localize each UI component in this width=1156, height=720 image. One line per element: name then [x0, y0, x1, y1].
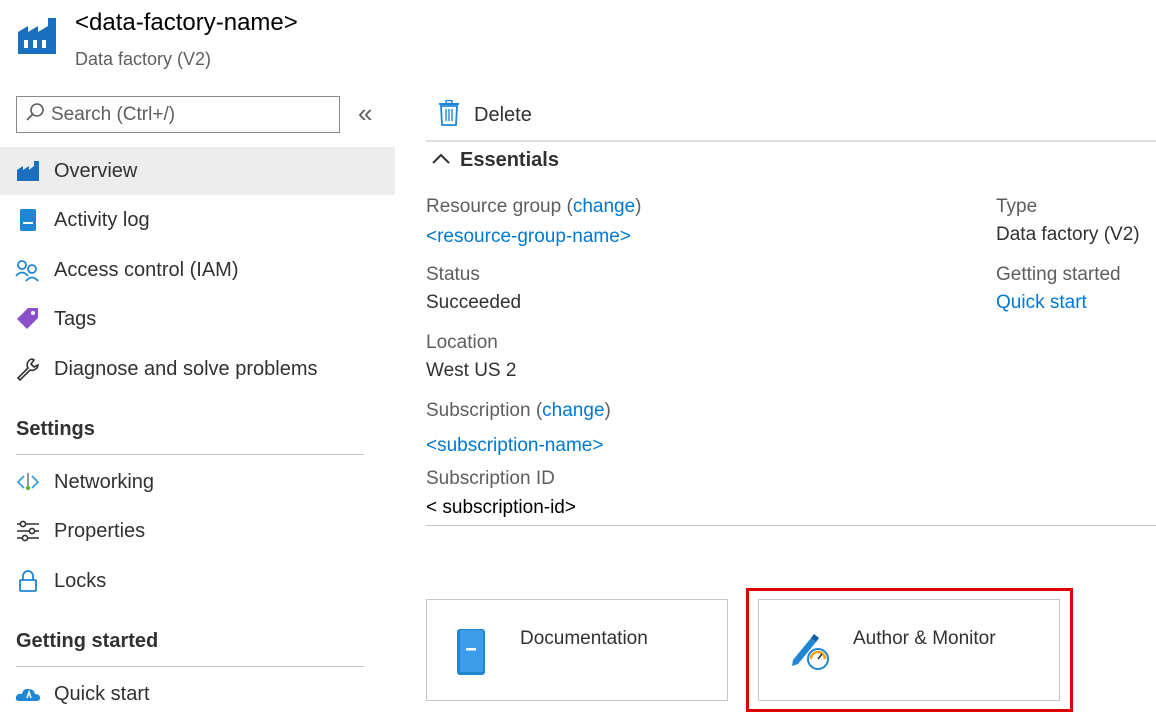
lock-icon — [15, 568, 41, 594]
author-monitor-title: Author & Monitor — [853, 628, 996, 649]
search-input[interactable]: Search (Ctrl+/) — [16, 96, 340, 133]
quick-start-link[interactable]: Quick start — [996, 292, 1087, 314]
tag-icon — [15, 306, 41, 332]
sidebar-item-label: Tags — [54, 307, 97, 330]
search-placeholder: Search (Ctrl+/) — [51, 103, 176, 125]
essentials-title: Essentials — [460, 149, 559, 171]
subscription-field: Subscription (change) — [426, 400, 611, 421]
type-label: Type — [996, 196, 1038, 217]
getting-started-label: Getting started — [996, 264, 1121, 285]
documentation-card[interactable]: Documentation — [426, 599, 728, 701]
subscription-id-label: Subscription ID — [426, 468, 555, 489]
sidebar-item-label: Overview — [54, 159, 138, 182]
status-label: Status — [426, 264, 480, 285]
sidebar-item-quick-start[interactable]: Quick start — [0, 670, 395, 718]
resource-group-label: Resource group — [426, 196, 562, 217]
people-icon — [15, 257, 41, 283]
sidebar-item-label: Properties — [54, 519, 146, 542]
location-label: Location — [426, 332, 498, 353]
properties-icon — [15, 518, 41, 544]
subscription-link[interactable]: <subscription-name> — [426, 435, 603, 457]
essentials-toggle[interactable]: Essentials — [432, 149, 559, 172]
quick-start-icon — [15, 681, 41, 707]
page-title: <data-factory-name> — [75, 9, 298, 36]
documentation-title: Documentation — [520, 628, 648, 649]
activity-log-icon — [15, 207, 41, 233]
sidebar-item-label: Diagnose and solve problems — [54, 357, 318, 380]
search-icon — [25, 102, 45, 127]
sidebar-item-locks[interactable]: Locks — [0, 557, 395, 605]
resource-group-field: Resource group (change) — [426, 196, 642, 217]
section-title-settings: Settings — [16, 418, 95, 440]
data-factory-icon — [15, 158, 41, 184]
sidebar-item-activity-log[interactable]: Activity log — [0, 196, 395, 244]
subscription-label: Subscription — [426, 400, 531, 421]
author-monitor-icon — [789, 630, 831, 677]
sidebar-item-label: Quick start — [54, 682, 150, 705]
section-divider — [16, 454, 364, 455]
page-subtitle: Data factory (V2) — [75, 49, 212, 69]
resource-group-link[interactable]: <resource-group-name> — [426, 226, 631, 248]
chevron-up-icon — [432, 152, 450, 170]
book-icon — [456, 628, 486, 681]
wrench-icon — [15, 356, 41, 382]
change-subscription-link[interactable]: change — [542, 400, 604, 421]
type-value: Data factory (V2) — [996, 224, 1140, 245]
sidebar-item-diagnose[interactable]: Diagnose and solve problems — [0, 345, 395, 393]
subscription-id-value: < subscription-id> — [426, 497, 576, 518]
sidebar-item-label: Networking — [54, 470, 155, 493]
delete-label: Delete — [474, 104, 532, 126]
sidebar-item-label: Locks — [54, 569, 107, 592]
sidebar-item-tags[interactable]: Tags — [0, 295, 395, 343]
networking-icon — [15, 469, 41, 495]
sidebar-item-label: Activity log — [54, 208, 150, 231]
sidebar-item-networking[interactable]: Networking — [0, 458, 395, 506]
sidebar-item-access-control[interactable]: Access control (IAM) — [0, 246, 395, 294]
sidebar-item-overview[interactable]: Overview — [0, 147, 395, 195]
section-title-getting-started: Getting started — [16, 630, 159, 652]
toolbar-divider — [426, 140, 1156, 142]
trash-icon — [438, 99, 460, 131]
location-value: West US 2 — [426, 360, 517, 381]
delete-button[interactable]: Delete — [438, 99, 532, 131]
essentials-divider — [426, 525, 1156, 526]
change-resource-group-link[interactable]: change — [573, 196, 635, 217]
author-monitor-card[interactable]: Author & Monitor — [758, 599, 1060, 701]
data-factory-icon — [16, 14, 58, 56]
section-divider — [16, 666, 364, 667]
sidebar-item-label: Access control (IAM) — [54, 258, 239, 281]
collapse-sidebar-button[interactable]: « — [358, 100, 372, 126]
status-value: Succeeded — [426, 292, 522, 313]
sidebar-item-properties[interactable]: Properties — [0, 507, 395, 555]
